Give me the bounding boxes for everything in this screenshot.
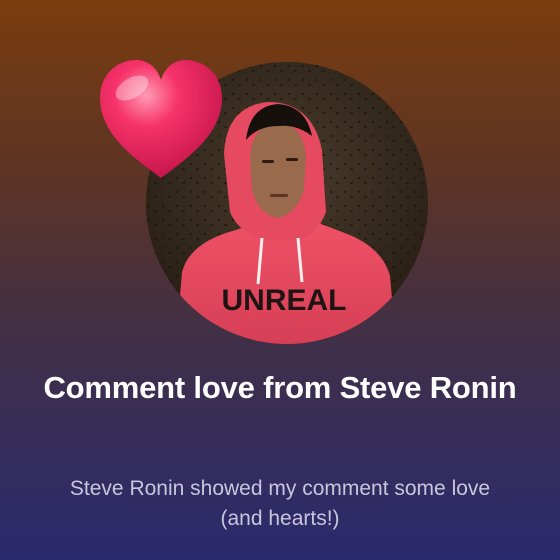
svg-text:UNREAL: UNREAL xyxy=(222,284,347,317)
notification-body: Steve Ronin showed my comment some love … xyxy=(69,477,491,530)
notification-title: Comment love from Steve Ronin xyxy=(43,370,517,405)
notification-card[interactable]: UNREAL Comment love from Steve Ronin Ste… xyxy=(0,0,560,560)
heart-icon xyxy=(94,54,228,182)
